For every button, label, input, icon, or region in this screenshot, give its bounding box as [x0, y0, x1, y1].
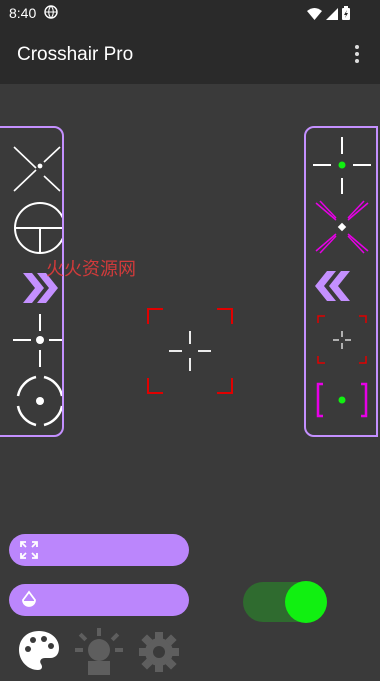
palette-icon[interactable]	[16, 628, 64, 676]
scope-crosshair-icon[interactable]	[0, 200, 62, 258]
globe-icon	[44, 5, 58, 24]
x-crosshair-icon[interactable]	[0, 136, 62, 194]
magenta-x-crosshair-icon[interactable]	[306, 198, 376, 256]
status-bar: 8:40	[0, 0, 380, 26]
opacity-drop-icon	[19, 590, 39, 615]
crosshair-toggle[interactable]	[243, 581, 329, 623]
bottom-tab-bar	[0, 628, 380, 676]
expand-icon	[19, 540, 39, 565]
app-bar: Crosshair Pro	[0, 26, 380, 84]
prev-arrow-icon[interactable]	[306, 257, 376, 315]
crosshair-preview	[144, 305, 236, 402]
magenta-bracket-crosshair-icon[interactable]	[306, 371, 376, 429]
right-crosshair-panel	[304, 126, 378, 437]
settings-icon[interactable]	[136, 628, 184, 676]
watermark-text: 火火资源网	[46, 259, 136, 280]
battery-charging-icon	[342, 6, 350, 25]
opacity-slider[interactable]	[9, 584, 189, 616]
app-title: Crosshair Pro	[17, 44, 134, 65]
left-crosshair-panel	[0, 126, 64, 437]
toggle-thumb	[285, 581, 327, 623]
status-time: 8:40	[9, 5, 37, 21]
green-dot-cross-crosshair-icon[interactable]	[306, 136, 376, 194]
size-slider[interactable]	[9, 534, 189, 566]
wifi-icon	[307, 7, 322, 25]
cell-signal-icon	[326, 7, 338, 25]
more-vert-icon[interactable]	[350, 45, 364, 67]
brightness-icon[interactable]	[74, 628, 123, 676]
red-bracket-crosshair-icon[interactable]	[306, 311, 376, 369]
dot-cross-crosshair-icon[interactable]	[0, 311, 62, 369]
circle-dot-crosshair-icon[interactable]	[0, 372, 62, 430]
